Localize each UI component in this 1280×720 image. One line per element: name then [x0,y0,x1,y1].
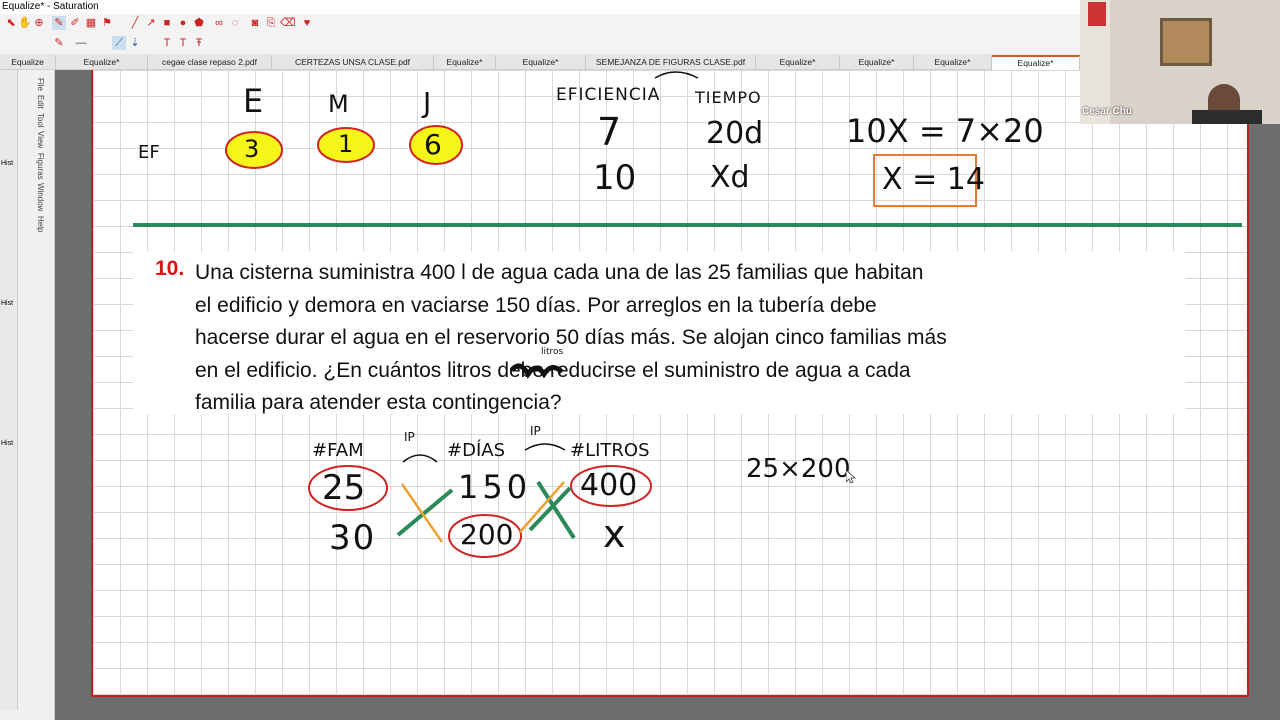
ink-r1-dias: 150 [458,468,532,506]
arrow-icon[interactable]: ↗ [144,16,158,30]
tab-5[interactable]: Equalize* [496,55,586,70]
tab-1[interactable]: Equalize* [56,55,148,70]
camera-icon[interactable]: ◙ [248,16,262,30]
menu-tool[interactable]: Tool [36,113,45,128]
menu-window[interactable]: Window [36,183,45,211]
ink-header-fam: #FAM [312,440,364,461]
ink-equation-2: X = 14 [882,162,985,197]
problem-line-4: en el edificio. ¿En cuántos litros debe … [195,358,911,382]
attach-icon[interactable]: ⎘ [264,16,278,30]
tab-9[interactable]: Equalize* [914,55,992,70]
ink-letter-m: M [328,90,349,118]
menu-figuras[interactable]: Figuras [36,153,45,180]
ink-ip-2: IP [530,424,541,438]
ink-letter-j: J [423,86,432,119]
ink-r1-litros: 400 [580,468,638,503]
history-label-3: Hist [1,440,14,447]
select-tool-icon[interactable]: ⬉ [4,16,18,30]
stamp-icon[interactable]: ⚑ [100,16,114,30]
tab-4[interactable]: Equalize* [434,55,496,70]
problem-line-1: Una cisterna suministra 400 l de agua ca… [195,261,924,284]
table-icon[interactable]: ▦ [84,16,98,30]
problem-line-3: hacerse durar el agua en el reservorio 5… [195,326,947,349]
tab-0[interactable]: Equalize [0,55,56,70]
ink-header-dias: #DÍAS [447,440,505,461]
ink-value-e: 3 [244,135,260,163]
marker-icon[interactable]: ✐ [68,16,82,30]
tab-6[interactable]: SEMEJANZA DE FIGURAS CLASE.pdf [586,55,756,70]
menu-help[interactable]: Help [36,216,45,232]
ink-r2-fam: 30 [329,518,377,558]
link-icon[interactable]: ∞ [212,16,226,30]
app-window: Equalize* - Saturation ⬉ ✋ ⊕ ✎ ✐ ▦ ⚑ ╱ ↗… [0,0,1280,720]
ink-r1-time: 20d [706,116,764,151]
toolbar-main: ⬉ ✋ ⊕ ✎ ✐ ▦ ⚑ ╱ ↗ ■ ● ⬟ ∞ ◌ ◙ ⎘ ⌫ ♥ [0,14,1080,34]
ink-r2-eff: 10 [593,158,637,198]
heart-icon[interactable]: ♥ [300,16,314,30]
history-label-2: Hist [1,300,14,307]
ink-r1-fam: 25 [322,468,366,508]
lasso-icon[interactable]: ◌ [228,16,242,30]
ink-col-tiempo: TIEMPO [695,88,762,107]
ink-header-litros: #LITROS [570,440,650,461]
mouse-cursor-icon [846,470,856,484]
ink-value-j: 6 [424,128,442,161]
ink-r2-litros: x [603,512,626,556]
menu-view[interactable]: View [36,131,45,148]
text-tool-icon[interactable]: T [160,36,174,50]
ink-r2-dias: 200 [460,518,514,551]
ink-r2-time: Xd [710,160,750,195]
video-shoulders [1192,110,1262,124]
text-tool-3-icon[interactable]: Ŧ [192,36,206,50]
eraser-icon[interactable]: ⌫ [280,16,296,30]
history-strip: Hist Hist Hist [0,70,18,710]
pen-color-icon[interactable]: ✎ [52,36,66,50]
tab-bar: Equalize Equalize* cegae clase repaso 2.… [0,54,1080,70]
problem-number: 10. [155,257,185,280]
line-width-icon[interactable]: — [74,36,88,50]
text-tool-2-icon[interactable]: T [176,36,190,50]
video-poster [1088,2,1106,26]
document-page[interactable]: 10. Una cisterna suministra 400 l de agu… [91,70,1249,697]
problem-line-2: el edificio y demora en vaciarse 150 día… [195,293,877,317]
ellipse-icon[interactable]: ● [176,16,190,30]
ink-equation-1: 10X = 7×20 [846,112,1044,150]
polygon-icon[interactable]: ⬟ [192,16,206,30]
hand-tool-icon[interactable]: ✋ [18,16,32,30]
ink-litros-note: litros [541,347,564,357]
line-icon[interactable]: ╱ [128,16,142,30]
problem-text: Una cisterna suministra 400 l de agua ca… [195,257,1110,420]
ink-letter-e: E [243,82,264,120]
ink-col-eficiencia: EFICIENCIA [556,85,661,105]
pen-tool-icon[interactable]: ✎ [52,16,66,30]
rectangle-icon[interactable]: ■ [160,16,174,30]
menu-edit[interactable]: Edit [36,95,45,109]
problem-line-5: familia para atender esta contingencia? [195,391,562,414]
vertical-menu: File Edit Tool View Figuras Window Help [36,78,48,268]
zoom-icon[interactable]: ⊕ [32,16,46,30]
toolbar-secondary: ✎ — ⟋ ⇣ T T Ŧ [0,34,1080,54]
tab-7[interactable]: Equalize* [756,55,840,70]
window-title: Equalize* - Saturation [0,0,1080,14]
participant-name: Cesar Chu [1082,106,1133,117]
ink-ip-1: IP [404,430,415,444]
video-corkboard [1160,18,1212,66]
tab-2[interactable]: cegae clase repaso 2.pdf [148,55,272,70]
ink-row-label: EF [138,142,160,163]
menu-file[interactable]: File [36,78,45,91]
history-label-1: Hist [1,160,14,167]
ink-value-m: 1 [338,130,354,158]
ink-calculation: 25×200 [746,454,851,484]
tab-8[interactable]: Equalize* [840,55,914,70]
tab-3[interactable]: CERTEZAS UNSA CLASE.pdf [272,55,434,70]
smooth-pen-icon[interactable]: ⟋ [112,36,126,50]
tab-10[interactable]: Equalize* [992,55,1080,70]
ink-r1-eff: 7 [597,110,622,154]
insert-icon[interactable]: ⇣ [128,36,142,50]
